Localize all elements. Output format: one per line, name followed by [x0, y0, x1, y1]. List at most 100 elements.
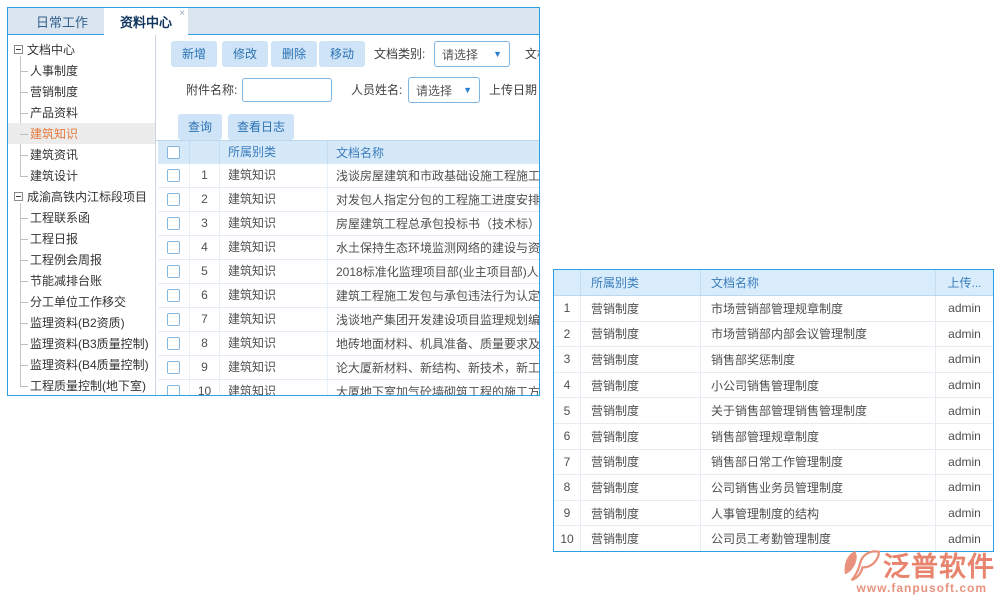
fanpu-watermark: 泛普软件 www.fanpusoft.com	[843, 545, 995, 595]
tree-item-work-transfer[interactable]: 分工单位工作移交	[8, 291, 155, 312]
table-row[interactable]: 4营销制度小公司销售管理制度admin	[554, 373, 993, 399]
edit-button[interactable]: 修改	[222, 41, 268, 67]
select-all-checkbox[interactable]	[167, 146, 180, 159]
close-icon[interactable]: ×	[179, 9, 185, 19]
table-row[interactable]: 5建筑知识2018标准化监理项目部(业主项目部)人员...	[158, 260, 539, 284]
cell-no: 1	[554, 296, 581, 321]
cell	[158, 308, 190, 331]
tree-item-label: 工程质量控制(地下室)	[30, 377, 146, 394]
tree-item-quality-control-basement[interactable]: 工程质量控制(地下室)	[8, 375, 155, 395]
query-row: 查询 查看日志	[156, 114, 539, 140]
row-checkbox[interactable]	[167, 265, 180, 278]
row-checkbox[interactable]	[167, 241, 180, 254]
table-row[interactable]: 1营销制度市场营销部管理规章制度admin	[554, 296, 993, 322]
cell	[158, 164, 190, 187]
table-row[interactable]: 6建筑知识建筑工程施工发包与承包违法行为认定...	[158, 284, 539, 308]
tree-item-supervision-b2[interactable]: 监理资料(B2资质)	[8, 312, 155, 333]
table-row[interactable]: 3营销制度销售部奖惩制度admin	[554, 347, 993, 373]
view-log-button[interactable]: 查看日志	[228, 114, 294, 140]
cell-docname: 人事管理制度的结构	[701, 501, 936, 526]
doc-name-label-clipped: 文档	[525, 41, 539, 67]
cell-docname: 大厦地下室加气砼墙砌筑工程的施工方...	[328, 383, 539, 395]
row-checkbox[interactable]	[167, 193, 180, 206]
tree-item-project-contact-letter[interactable]: 工程联系函	[8, 207, 155, 228]
table-row[interactable]: 5营销制度关于销售部管理销售管理制度admin	[554, 398, 993, 424]
person-name-select[interactable]: 请选择 ▼	[408, 77, 480, 103]
tab-data-center[interactable]: 资料中心 ×	[104, 8, 188, 35]
tree-connector	[20, 155, 28, 156]
cell-category: 建筑知识	[220, 308, 328, 331]
brand-line: 泛普软件	[843, 545, 995, 584]
cell-docname: 公司销售业务员管理制度	[701, 475, 936, 500]
attachment-name-input[interactable]	[242, 78, 332, 102]
cell	[158, 332, 190, 355]
tree-item-supervision-b3[interactable]: 监理资料(B3质量控制)	[8, 333, 155, 354]
row-checkbox[interactable]	[167, 217, 180, 230]
table-row[interactable]: 9建筑知识论大厦新材料、新结构、新技术，新工...	[158, 356, 539, 380]
tree-item-hr-rules[interactable]: 人事制度	[8, 60, 155, 81]
tree-item-project-daily-report[interactable]: 工程日报	[8, 228, 155, 249]
tree-node-chengyu-railway-project[interactable]: 成渝高铁内江标段项目	[8, 186, 155, 207]
cell-category: 营销制度	[581, 475, 701, 500]
tree-connector	[20, 365, 28, 366]
collapse-icon[interactable]	[14, 45, 23, 54]
table-row[interactable]: 3建筑知识房屋建筑工程总承包投标书（技术标）...	[158, 212, 539, 236]
tree-item-supervision-b4[interactable]: 监理资料(B4质量控制)	[8, 354, 155, 375]
row-checkbox[interactable]	[167, 337, 180, 350]
attachment-name-label: 附件名称:	[186, 77, 237, 103]
table-row[interactable]: 6营销制度销售部管理规章制度admin	[554, 424, 993, 450]
tree-item-weekly-meeting-report[interactable]: 工程例会周报	[8, 249, 155, 270]
row-checkbox[interactable]	[167, 361, 180, 374]
row-checkbox[interactable]	[167, 313, 180, 326]
header-cell	[158, 141, 190, 164]
tree-item-label: 监理资料(B3质量控制)	[30, 335, 149, 352]
add-button[interactable]: 新增	[171, 41, 217, 67]
tree-node-doc-center[interactable]: 文档中心	[8, 39, 155, 60]
chevron-down-icon: ▼	[463, 85, 472, 95]
collapse-icon[interactable]	[14, 192, 23, 201]
cell-no: 10	[190, 380, 220, 395]
toolbar-row: 新增 修改 删除 移动 文档类别: 请选择 ▼ 文档	[156, 41, 539, 67]
tree-item-label: 监理资料(B2资质)	[30, 314, 125, 331]
row-checkbox[interactable]	[167, 169, 180, 182]
cell-no: 1	[190, 164, 220, 187]
table-row[interactable]: 1建筑知识浅谈房屋建筑和市政基础设施工程施工...	[158, 164, 539, 188]
tree-node-label: 成渝高铁内江标段项目	[27, 188, 147, 205]
tree-item-marketing-rules[interactable]: 营销制度	[8, 81, 155, 102]
cell-no: 7	[190, 308, 220, 331]
table-row[interactable]: 8营销制度公司销售业务员管理制度admin	[554, 475, 993, 501]
move-button[interactable]: 移动	[319, 41, 365, 67]
table-row[interactable]: 8建筑知识地砖地面材料、机具准备、质量要求及...	[158, 332, 539, 356]
tree-connector	[20, 134, 28, 135]
tree-item-label: 节能减排台账	[30, 272, 102, 289]
marketing-docs-table: 所属别类 文档名称 上传... 1营销制度市场营销部管理规章制度admin 2营…	[553, 269, 994, 552]
row-checkbox[interactable]	[167, 289, 180, 302]
cell-category: 建筑知识	[220, 236, 328, 259]
cell-docname: 地砖地面材料、机具准备、质量要求及...	[328, 335, 539, 352]
tab-daily-work[interactable]: 日常工作	[20, 8, 104, 34]
table-row[interactable]: 9营销制度人事管理制度的结构admin	[554, 501, 993, 527]
table-row[interactable]: 2建筑知识对发包人指定分包的工程施工进度安排...	[158, 188, 539, 212]
table-header: 所属别类 文档名称 上传...	[554, 270, 993, 296]
table-row[interactable]: 10建筑知识大厦地下室加气砼墙砌筑工程的施工方...	[158, 380, 539, 395]
tree-item-energy-saving-ledger[interactable]: 节能减排台账	[8, 270, 155, 291]
tree-item-building-design[interactable]: 建筑设计	[8, 165, 155, 186]
tree-children: 人事制度 营销制度 产品资料 建筑知识 建筑资讯 建筑设计	[8, 60, 155, 186]
doc-type-select[interactable]: 请选择 ▼	[434, 41, 510, 67]
table-row[interactable]: 7建筑知识浅谈地产集团开发建设项目监理规划编...	[158, 308, 539, 332]
table-row[interactable]: 2营销制度市场营销部内部会议管理制度admin	[554, 322, 993, 348]
row-checkbox[interactable]	[167, 385, 180, 395]
table-row[interactable]: 7营销制度销售部日常工作管理制度admin	[554, 450, 993, 476]
brand-name: 泛普软件	[883, 545, 995, 584]
cell-docname: 论大厦新材料、新结构、新技术，新工...	[328, 359, 539, 376]
query-button[interactable]: 查询	[178, 114, 222, 140]
table-row[interactable]: 4建筑知识水土保持生态环境监测网络的建设与资...	[158, 236, 539, 260]
document-list-pane: 新增 修改 删除 移动 文档类别: 请选择 ▼ 文档 附件名称: 人员姓名:	[156, 35, 539, 395]
delete-button[interactable]: 删除	[271, 41, 317, 67]
header-cell	[554, 270, 581, 295]
tree-connector	[20, 386, 28, 387]
tree-item-product-info[interactable]: 产品资料	[8, 102, 155, 123]
tree-item-building-news[interactable]: 建筑资讯	[8, 144, 155, 165]
tree-item-building-knowledge[interactable]: 建筑知识	[8, 123, 155, 144]
cell-uploader: admin	[936, 429, 993, 443]
